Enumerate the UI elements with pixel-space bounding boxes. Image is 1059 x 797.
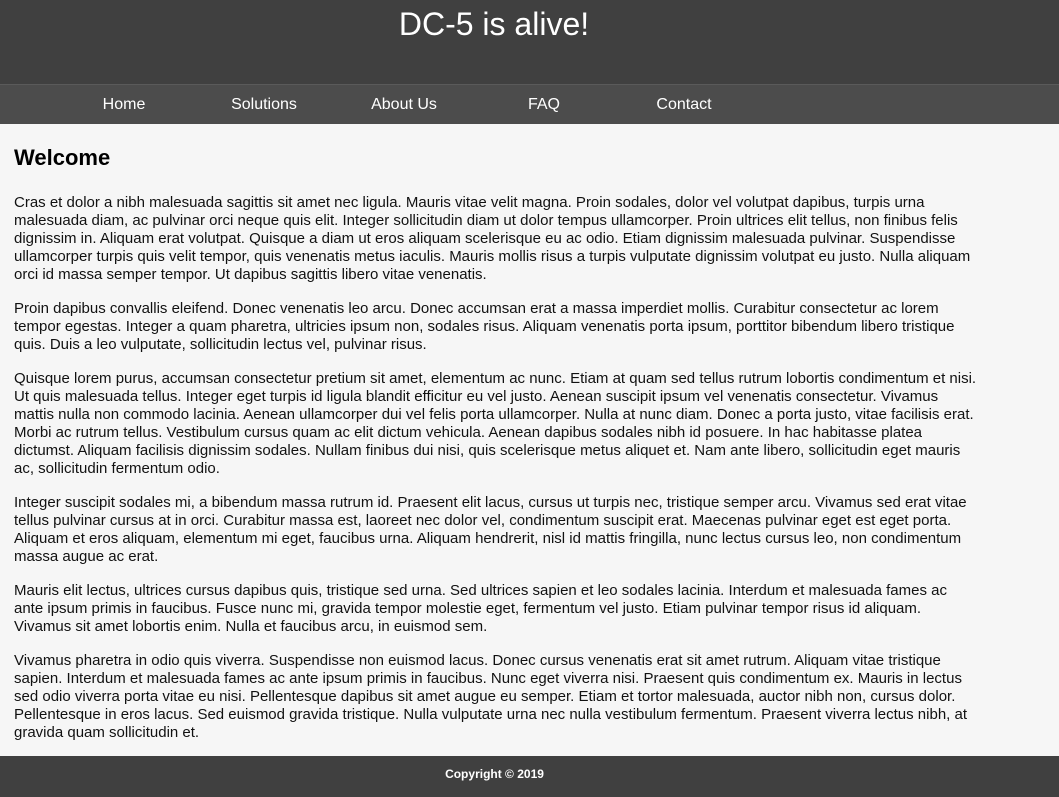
nav-link-about-us[interactable]: About Us	[334, 86, 474, 124]
site-title: DC-5 is alive!	[398, 6, 590, 42]
nav-link-contact[interactable]: Contact	[614, 86, 754, 124]
copyright-text: Copyright © 2019	[445, 766, 544, 781]
nav-link-faq[interactable]: FAQ	[474, 86, 614, 124]
body-paragraph: Integer suscipit sodales mi, a bibendum …	[14, 494, 967, 565]
site-header: DC-5 is alive!	[0, 0, 1059, 84]
body-paragraph: Quisque lorem purus, accumsan consectetu…	[14, 370, 977, 477]
page-heading: Welcome	[14, 145, 111, 170]
site-footer: Copyright © 2019	[0, 756, 1059, 797]
body-paragraph: Proin dapibus convallis eleifend. Donec …	[14, 300, 955, 353]
nav-link-solutions[interactable]: Solutions	[194, 86, 334, 124]
main-content: Welcome Cras et dolor a nibh malesuada s…	[0, 124, 1059, 756]
body-paragraph: Vivamus pharetra in odio quis viverra. S…	[14, 652, 968, 741]
body-paragraph: Mauris elit lectus, ultrices cursus dapi…	[14, 582, 947, 635]
nav-link-home[interactable]: Home	[54, 86, 194, 124]
body-paragraph: Cras et dolor a nibh malesuada sagittis …	[14, 194, 971, 283]
main-nav: Home Solutions About Us FAQ Contact	[0, 84, 1059, 124]
